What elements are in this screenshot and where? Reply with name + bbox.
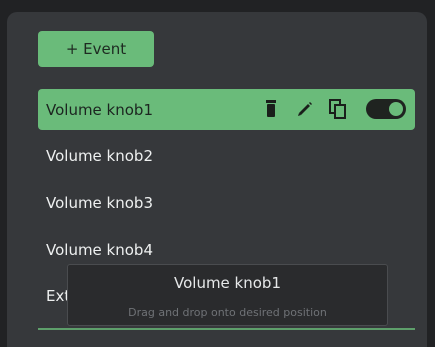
copy-icon[interactable] — [328, 98, 348, 120]
add-event-button[interactable]: + Event — [38, 31, 154, 67]
pencil-icon[interactable] — [295, 99, 315, 119]
event-label: Volume knob4 — [46, 240, 153, 259]
divider — [38, 328, 415, 330]
event-row[interactable]: Volume knob2 — [38, 135, 415, 176]
event-row-active[interactable]: Volume knob1 — [38, 89, 415, 130]
toggle-knob — [389, 102, 403, 116]
trash-icon[interactable] — [263, 99, 279, 119]
event-label: Volume knob3 — [46, 193, 153, 212]
enable-toggle[interactable] — [366, 99, 406, 119]
drag-tooltip: Volume knob1 Drag and drop onto desired … — [67, 264, 388, 326]
tooltip-title: Volume knob1 — [174, 274, 281, 292]
event-label: Volume knob1 — [46, 100, 153, 119]
event-row[interactable]: Volume knob3 — [38, 182, 415, 223]
tooltip-hint: Drag and drop onto desired position — [128, 306, 327, 319]
event-label: Volume knob2 — [46, 146, 153, 165]
